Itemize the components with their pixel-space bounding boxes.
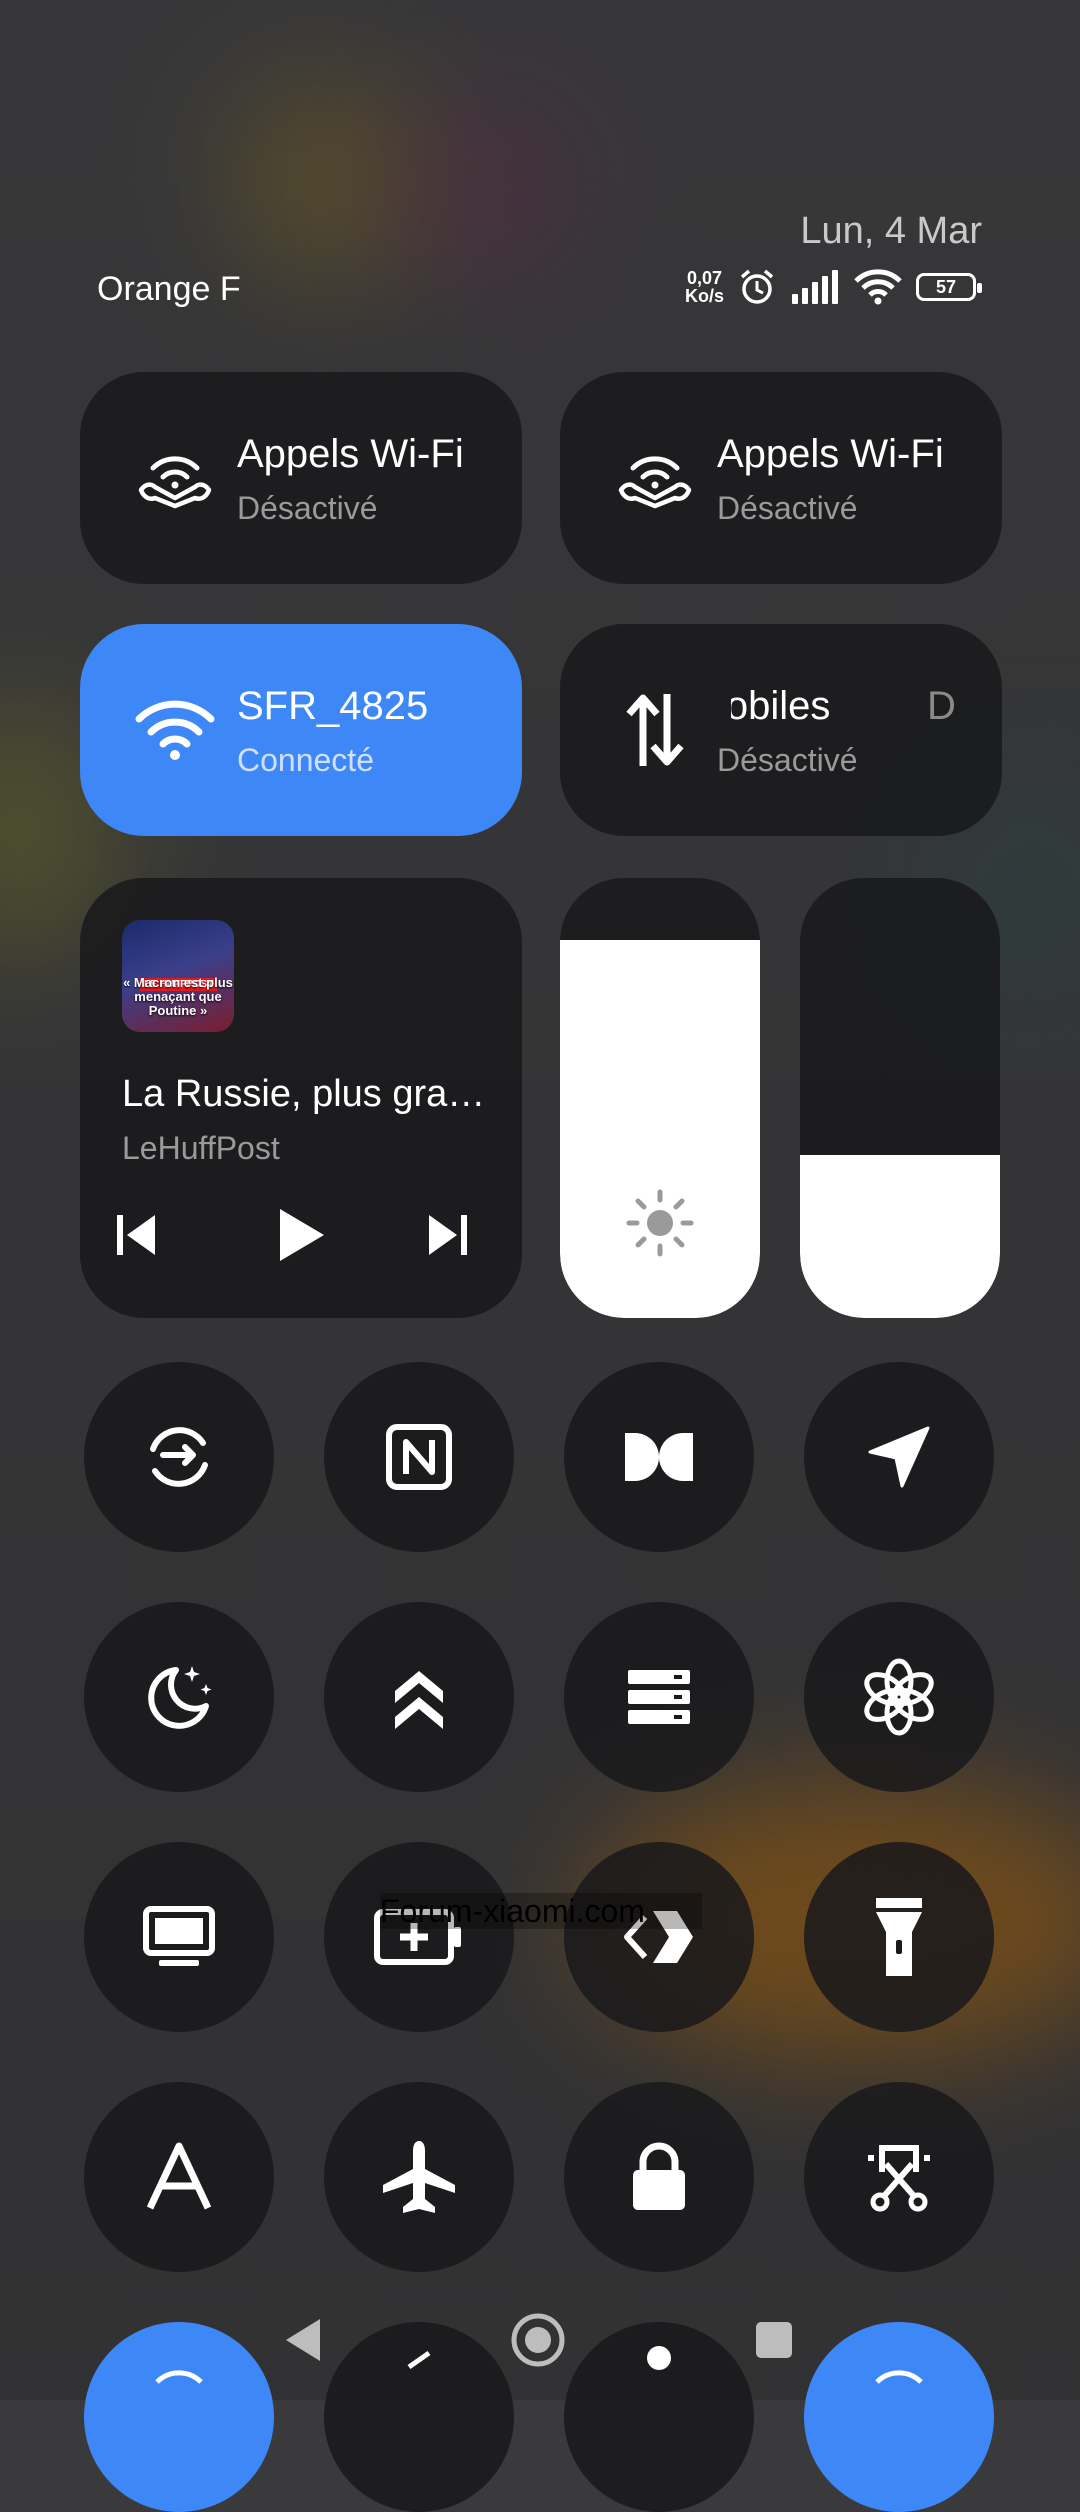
- brightness-slider[interactable]: [560, 878, 760, 1318]
- back-icon: [286, 2319, 320, 2361]
- dolby-toggle[interactable]: [564, 1362, 754, 1552]
- watermark: Forum-xiaomi.com: [380, 1893, 702, 1929]
- volume-level: [800, 1155, 1000, 1318]
- screen-cast-toggle[interactable]: [84, 1842, 274, 2032]
- media-player[interactable]: LE HUFFPOST « Macron est plus menaçant q…: [80, 878, 522, 1318]
- status-icons: 0,07 Ko/s 57: [684, 268, 982, 306]
- wifi-calling-icon: [615, 438, 695, 518]
- mobile-data-icon: [615, 690, 695, 770]
- tile-subtitle: Désactivé: [717, 490, 858, 526]
- wifi-icon: [135, 690, 215, 770]
- flashlight-toggle[interactable]: [804, 1842, 994, 2032]
- play-button[interactable]: [266, 1200, 336, 1270]
- dolby-icon: [625, 1433, 693, 1481]
- wifi-calling-icon: [875, 2370, 923, 2384]
- tile-title: Appels Wi-Fi: [237, 432, 464, 476]
- back-button[interactable]: [272, 2310, 332, 2370]
- font-icon: [146, 2142, 212, 2210]
- screen-cast-icon: [143, 1906, 215, 1966]
- sync-toggle[interactable]: [84, 1362, 274, 1552]
- carrier-label: Orange F: [97, 270, 241, 308]
- tile-title: SFR_4825: [237, 684, 429, 728]
- storage-toggle[interactable]: [564, 1602, 754, 1792]
- nfc-toggle[interactable]: [324, 1362, 514, 1552]
- wifi-calling-tile-1[interactable]: Appels Wi-Fi Désactivé: [80, 372, 522, 584]
- lock-toggle[interactable]: [564, 2082, 754, 2272]
- tile-subtitle: Connecté: [237, 742, 374, 778]
- tile-title-next: D: [927, 684, 956, 728]
- ultra-battery-icon: [395, 1671, 443, 1729]
- tile-title: lobiles: [717, 684, 831, 728]
- tile-subtitle: Désactivé: [237, 490, 378, 526]
- flashlight-icon: [876, 1898, 922, 1976]
- bottom-toggle-1[interactable]: [84, 2322, 274, 2512]
- wifi-tile[interactable]: SFR_4825 Connecté: [80, 624, 522, 836]
- chatgpt-icon: [864, 1658, 934, 1736]
- screenshot-toggle[interactable]: [804, 2082, 994, 2272]
- battery-icon: 57: [916, 273, 982, 301]
- recents-button[interactable]: [744, 2310, 804, 2370]
- wifi-calling-tile-2[interactable]: Appels Wi-Fi Désactivé: [560, 372, 1002, 584]
- bottom-toggle-2[interactable]: [324, 2322, 514, 2512]
- screenshot-icon: [868, 2145, 930, 2212]
- signal-icon: [792, 270, 838, 304]
- alarm-icon: [740, 269, 774, 304]
- media-artwork: LE HUFFPOST « Macron est plus menaçant q…: [122, 920, 234, 1032]
- tile-title: Appels Wi-Fi: [717, 432, 944, 476]
- wifi-calling-icon: [155, 2370, 203, 2384]
- bottom-toggle-3[interactable]: [564, 2322, 754, 2512]
- dark-mode-icon: [148, 1666, 212, 1729]
- sync-icon: [150, 1427, 208, 1487]
- storage-icon: [628, 1670, 690, 1724]
- airplane-mode-icon: [383, 2141, 455, 2213]
- tile-subtitle: Désactivé: [717, 742, 858, 778]
- bottom-toggle-4[interactable]: [804, 2322, 994, 2512]
- dark-mode-toggle[interactable]: [84, 1602, 274, 1792]
- wifi-calling-icon: [135, 438, 215, 518]
- network-speed: 0,07 Ko/s: [684, 268, 724, 306]
- brightness-icon: [626, 1189, 694, 1257]
- media-title: La Russie, plus gra…: [122, 1073, 486, 1115]
- media-source: LeHuffPost: [122, 1130, 280, 1166]
- wifi-status-icon: [854, 269, 902, 305]
- brightness-level: [560, 939, 760, 1318]
- date-label: Lun, 4 Mar: [800, 210, 982, 252]
- battery-saver-toggle[interactable]: [324, 1842, 514, 2032]
- link-toggle[interactable]: [564, 1842, 754, 2032]
- ultra-battery-toggle[interactable]: [324, 1602, 514, 1792]
- mobile-data-tile[interactable]: lobiles D Désactivé: [560, 624, 1002, 836]
- lock-icon: [633, 2142, 685, 2210]
- previous-track-button[interactable]: [102, 1200, 172, 1270]
- location-icon: [868, 1426, 930, 1488]
- chatgpt-toggle[interactable]: [804, 1602, 994, 1792]
- home-icon: [511, 2313, 565, 2367]
- home-button[interactable]: [508, 2310, 568, 2370]
- volume-slider[interactable]: [800, 878, 1000, 1318]
- nfc-icon: [386, 1424, 452, 1490]
- media-icon: [407, 2350, 431, 2370]
- airplane-mode-toggle[interactable]: [324, 2082, 514, 2272]
- location-toggle[interactable]: [804, 1362, 994, 1552]
- recents-icon: [756, 2322, 792, 2358]
- next-track-button[interactable]: [412, 1200, 482, 1270]
- person-icon: [647, 2346, 671, 2370]
- font-toggle[interactable]: [84, 2082, 274, 2272]
